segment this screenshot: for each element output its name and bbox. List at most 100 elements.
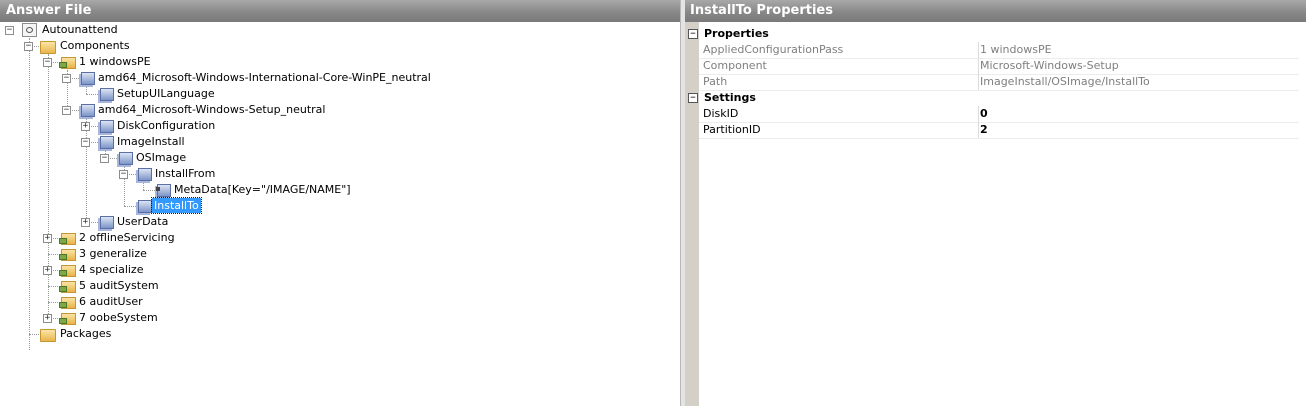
collapse-icon[interactable]: − bbox=[119, 170, 128, 179]
tree-item-autounattend[interactable]: − Autounattend bbox=[0, 22, 680, 38]
tree-item-label-selected: InstallTo bbox=[151, 197, 202, 214]
property-name: Path bbox=[703, 75, 728, 88]
collapse-icon[interactable]: − bbox=[62, 106, 71, 115]
tree-item-packages[interactable]: Packages bbox=[0, 326, 680, 342]
tree-item-label: 3 generalize bbox=[79, 247, 147, 260]
property-value-input[interactable]: 2 bbox=[980, 122, 988, 138]
property-row-partition-id[interactable]: PartitionID 2 bbox=[699, 122, 1299, 139]
tree-item-image-install[interactable]: − ImageInstall bbox=[0, 134, 680, 150]
collapse-icon[interactable]: − bbox=[62, 74, 71, 83]
property-row-applied-configuration-pass[interactable]: AppliedConfigurationPass 1 windowsPE bbox=[699, 42, 1299, 59]
tree-item-label: 5 auditSystem bbox=[79, 279, 159, 292]
answer-file-root-icon bbox=[22, 23, 37, 37]
tree-item-label: 2 offlineServicing bbox=[79, 231, 175, 244]
category-properties[interactable]: − Properties bbox=[685, 26, 1299, 42]
tree-item-os-image[interactable]: − OSImage bbox=[0, 150, 680, 166]
property-row-path[interactable]: Path ImageInstall/OSImage/InstallTo bbox=[699, 74, 1299, 91]
expand-icon[interactable]: + bbox=[43, 314, 52, 323]
component-icon bbox=[138, 200, 152, 213]
component-icon bbox=[138, 168, 152, 181]
tree-item-label: 7 oobeSystem bbox=[79, 311, 158, 324]
tree-item-label: Components bbox=[60, 39, 130, 52]
property-row-component[interactable]: Component Microsoft-Windows-Setup bbox=[699, 58, 1299, 75]
component-icon bbox=[81, 72, 95, 85]
configuration-pass-icon bbox=[59, 233, 76, 245]
tree-item-disk-configuration[interactable]: + DiskConfiguration bbox=[0, 118, 680, 134]
tree-item-install-to[interactable]: InstallTo bbox=[0, 197, 680, 214]
tree-item-label: MetaData[Key="/IMAGE/NAME"] bbox=[174, 183, 351, 196]
tree-item-label: InstallFrom bbox=[155, 167, 216, 180]
property-value: ImageInstall/OSImage/InstallTo bbox=[980, 75, 1150, 88]
tree-item-label: 4 specialize bbox=[79, 263, 144, 276]
collapse-icon[interactable]: − bbox=[5, 26, 14, 35]
property-grid: − Properties AppliedConfigurationPass 1 … bbox=[685, 22, 1306, 406]
tree-item-pass-windowspe[interactable]: − 1 windowsPE bbox=[0, 54, 680, 70]
category-label: Settings bbox=[704, 91, 756, 104]
tree-item-metadata[interactable]: MetaData[Key="/IMAGE/NAME"] bbox=[0, 182, 680, 198]
component-icon bbox=[100, 120, 114, 133]
properties-header: InstallTo Properties bbox=[685, 0, 1306, 22]
expand-icon[interactable]: + bbox=[81, 218, 90, 227]
configuration-pass-icon bbox=[59, 281, 76, 293]
configuration-pass-icon bbox=[59, 313, 76, 325]
collapse-icon[interactable]: − bbox=[24, 42, 33, 51]
answer-file-pane: Answer File − Autounattend − Components … bbox=[0, 0, 680, 406]
properties-pane: InstallTo Properties − Properties Applie… bbox=[685, 0, 1306, 406]
tree-item-install-from[interactable]: − InstallFrom bbox=[0, 166, 680, 182]
configuration-pass-icon bbox=[59, 57, 76, 69]
configuration-pass-icon bbox=[59, 249, 76, 261]
tree-item-label: OSImage bbox=[136, 151, 187, 164]
configuration-pass-icon bbox=[59, 297, 76, 309]
component-icon bbox=[100, 216, 114, 229]
tree-item-user-data[interactable]: + UserData bbox=[0, 214, 680, 230]
expand-icon[interactable]: + bbox=[43, 234, 52, 243]
tree-item-windows-setup[interactable]: − amd64_Microsoft-Windows-Setup_neutral bbox=[0, 102, 680, 118]
tree-item-components[interactable]: − Components bbox=[0, 38, 680, 54]
tree-item-label: SetupUILanguage bbox=[117, 87, 215, 100]
tree-item-label: UserData bbox=[117, 215, 169, 228]
property-value-input[interactable]: 0 bbox=[980, 106, 988, 122]
configuration-pass-icon bbox=[59, 265, 76, 277]
collapse-icon[interactable]: − bbox=[688, 29, 698, 39]
property-name: AppliedConfigurationPass bbox=[703, 43, 844, 56]
tree-item-label: 1 windowsPE bbox=[79, 55, 151, 68]
answer-file-header: Answer File bbox=[0, 0, 680, 22]
tree-item-label: 6 auditUser bbox=[79, 295, 143, 308]
tree-item-pass-offline-servicing[interactable]: + 2 offlineServicing bbox=[0, 230, 680, 246]
tree-item-label: ImageInstall bbox=[117, 135, 185, 148]
property-value: Microsoft-Windows-Setup bbox=[980, 59, 1119, 72]
tree-item-pass-audit-user[interactable]: 6 auditUser bbox=[0, 294, 680, 310]
property-name: Component bbox=[703, 59, 767, 72]
tree-item-pass-oobe-system[interactable]: + 7 oobeSystem bbox=[0, 310, 680, 326]
property-row-disk-id[interactable]: DiskID 0 bbox=[699, 106, 1299, 123]
tree-item-label: amd64_Microsoft-Windows-International-Co… bbox=[98, 71, 431, 84]
category-settings[interactable]: − Settings bbox=[685, 90, 1299, 106]
component-icon bbox=[100, 136, 114, 149]
tree-item-pass-generalize[interactable]: 3 generalize bbox=[0, 246, 680, 262]
property-name: PartitionID bbox=[703, 123, 761, 136]
folder-icon bbox=[40, 41, 56, 54]
tree-item-label: amd64_Microsoft-Windows-Setup_neutral bbox=[98, 103, 326, 116]
tree-item-label: Packages bbox=[60, 327, 112, 340]
collapse-icon[interactable]: − bbox=[688, 93, 698, 103]
property-value: 1 windowsPE bbox=[980, 43, 1052, 56]
tree-item-label: DiskConfiguration bbox=[117, 119, 216, 132]
category-label: Properties bbox=[704, 27, 769, 40]
tree-item-label: Autounattend bbox=[42, 23, 118, 36]
component-icon bbox=[81, 104, 95, 117]
tree-item-pass-specialize[interactable]: + 4 specialize bbox=[0, 262, 680, 278]
answer-file-tree[interactable]: − Autounattend − Components − 1 windowsP… bbox=[0, 22, 680, 406]
folder-icon bbox=[40, 329, 56, 342]
expand-icon[interactable]: + bbox=[43, 266, 52, 275]
collapse-icon[interactable]: − bbox=[81, 138, 90, 147]
collapse-icon[interactable]: − bbox=[43, 58, 52, 67]
list-item-icon bbox=[156, 184, 171, 197]
tree-item-pass-audit-system[interactable]: 5 auditSystem bbox=[0, 278, 680, 294]
expand-icon[interactable]: + bbox=[81, 122, 90, 131]
component-icon bbox=[119, 152, 133, 165]
property-name: DiskID bbox=[703, 107, 739, 120]
tree-item-setup-ui-language[interactable]: SetupUILanguage bbox=[0, 86, 680, 102]
collapse-icon[interactable]: − bbox=[100, 154, 109, 163]
component-icon bbox=[100, 88, 114, 101]
tree-item-international-core[interactable]: − amd64_Microsoft-Windows-International-… bbox=[0, 70, 680, 86]
